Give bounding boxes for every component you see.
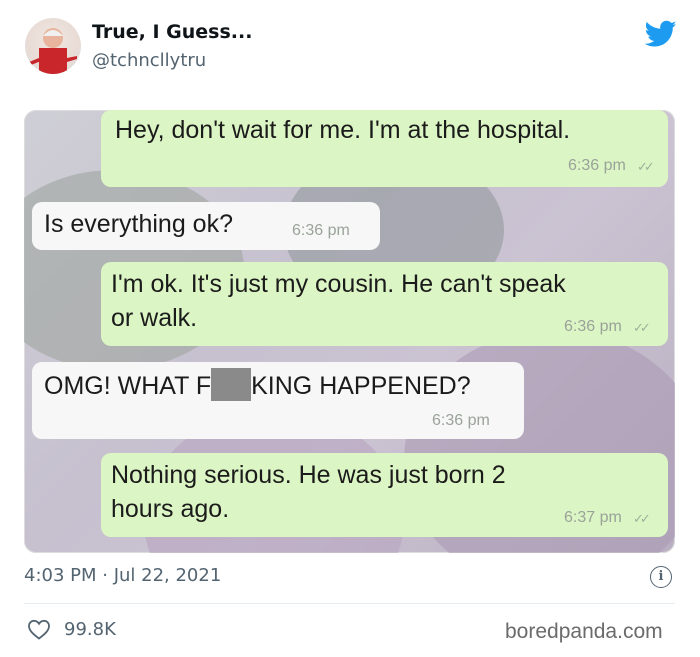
message-text: I'm ok. It's just my cousin. He can't sp… (111, 270, 566, 298)
outgoing-message: Hey, don't wait for me. I'm at the hospi… (101, 110, 668, 187)
like-count[interactable]: 99.8K (64, 619, 116, 640)
outgoing-message: I'm ok. It's just my cousin. He can't sp… (101, 262, 668, 346)
twitter-bird-icon[interactable] (645, 20, 677, 48)
divider (24, 603, 675, 604)
outgoing-message: Nothing serious. He was just born 2 hour… (101, 453, 668, 537)
author-handle[interactable]: @tchncllytru (92, 50, 206, 71)
message-text-line2: or walk. (111, 304, 198, 332)
avatar[interactable] (25, 18, 81, 74)
watermark: boredpanda.com (505, 620, 663, 643)
message-text: Is everything ok? (44, 210, 233, 238)
message-text-end: KING HAPPENED? (251, 372, 471, 400)
tweet-timestamp[interactable]: 4:03 PM · Jul 22, 2021 (24, 565, 221, 586)
message-text: OMG! WHAT F KING HAPPENED? (44, 368, 471, 403)
read-receipt-icon: ✓✓ (633, 511, 651, 526)
message-text: Hey, don't wait for me. I'm at the hospi… (115, 116, 571, 144)
message-time: 6:36 pm (432, 412, 490, 429)
info-icon[interactable]: i (650, 566, 672, 588)
message-text-start: OMG! WHAT F (44, 372, 212, 400)
chat-screenshot[interactable]: Hey, don't wait for me. I'm at the hospi… (24, 110, 675, 553)
incoming-message: Is everything ok? 6:36 pm (32, 202, 380, 250)
author-name[interactable]: True, I Guess... (92, 21, 252, 43)
censor-block (211, 368, 252, 401)
incoming-message: OMG! WHAT F KING HAPPENED? 6:36 pm (32, 362, 524, 439)
message-time: 6:36 pm (564, 318, 622, 335)
heart-icon[interactable] (27, 618, 51, 640)
message-time: 6:36 pm (568, 157, 626, 174)
message-text: Nothing serious. He was just born 2 (111, 461, 506, 489)
read-receipt-icon: ✓✓ (633, 320, 651, 335)
avatar-person-icon (29, 28, 77, 74)
message-text-line2: hours ago. (111, 495, 230, 523)
read-receipt-icon: ✓✓ (637, 159, 655, 174)
message-time: 6:37 pm (564, 509, 622, 526)
message-time: 6:36 pm (292, 222, 350, 239)
